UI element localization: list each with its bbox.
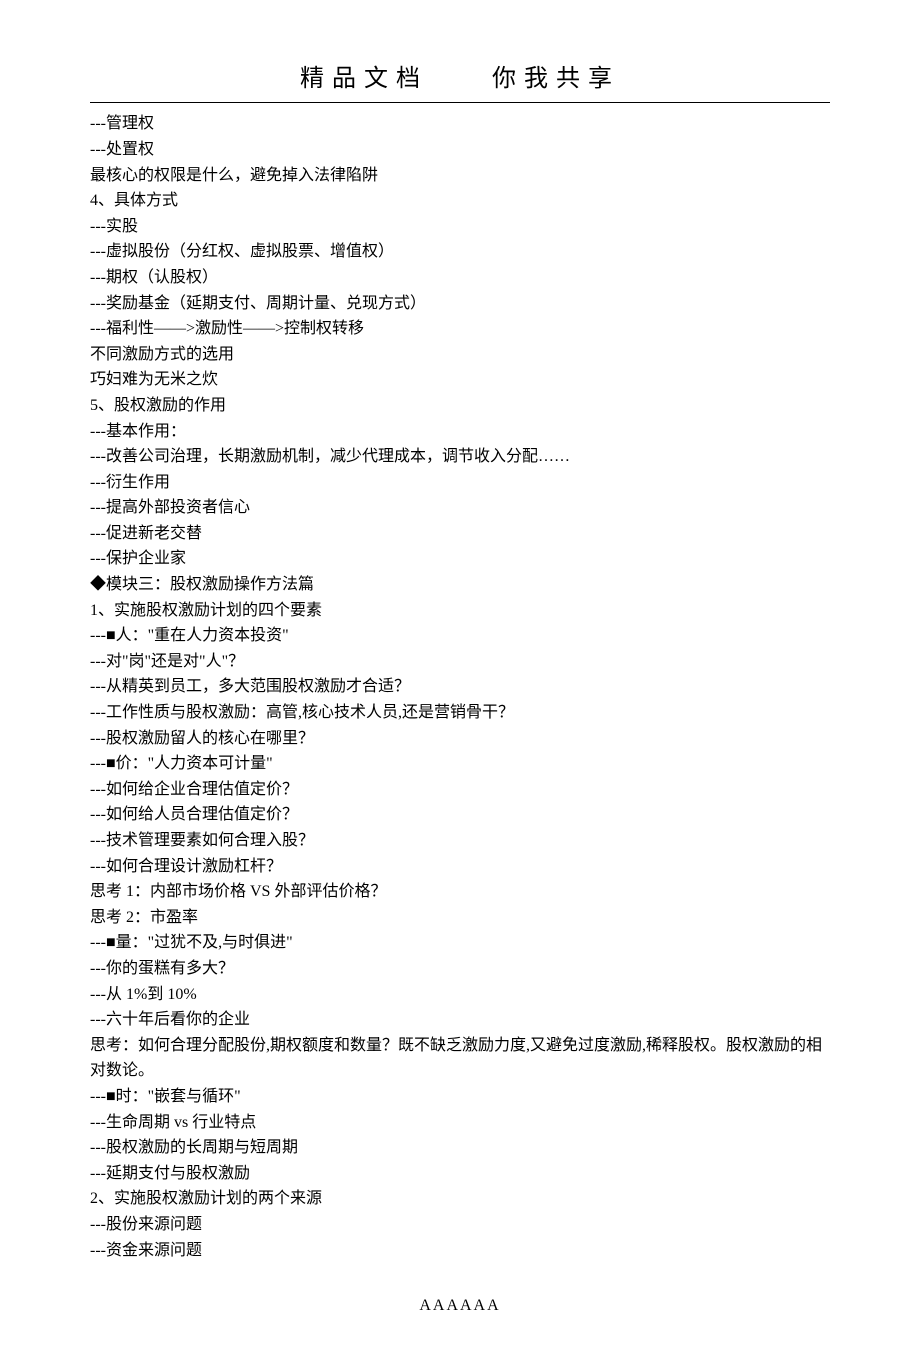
content-line: ---生命周期 vs 行业特点 <box>90 1110 830 1136</box>
page-footer: AAAAAA <box>90 1293 830 1319</box>
content-line: ---股权激励的长周期与短周期 <box>90 1135 830 1161</box>
content-line: ---对"岗"还是对"人"？ <box>90 649 830 675</box>
content-line: ---福利性——>激励性——>控制权转移 <box>90 316 830 342</box>
content-line: ---奖励基金（延期支付、周期计量、兑现方式） <box>90 291 830 317</box>
content-line: ---保护企业家 <box>90 546 830 572</box>
content-line: ---工作性质与股权激励：高管,核心技术人员,还是营销骨干？ <box>90 700 830 726</box>
content-line: 巧妇难为无米之炊 <box>90 367 830 393</box>
content-line: ---基本作用： <box>90 419 830 445</box>
content-line: 最核心的权限是什么，避免掉入法律陷阱 <box>90 163 830 189</box>
content-line: 4、具体方式 <box>90 188 830 214</box>
content-line: ---提高外部投资者信心 <box>90 495 830 521</box>
content-line: 思考：如何合理分配股份,期权额度和数量？既不缺乏激励力度,又避免过度激励,稀释股… <box>90 1033 830 1084</box>
content-line: ---从 1%到 10% <box>90 982 830 1008</box>
content-line: ---六十年后看你的企业 <box>90 1007 830 1033</box>
content-line: ---■量："过犹不及,与时俱进" <box>90 930 830 956</box>
content-line: ---■人："重在人力资本投资" <box>90 623 830 649</box>
content-line: ---促进新老交替 <box>90 521 830 547</box>
content-line: ---虚拟股份（分红权、虚拟股票、增值权） <box>90 239 830 265</box>
content-line: ---延期支付与股权激励 <box>90 1161 830 1187</box>
content-line: ---你的蛋糕有多大？ <box>90 956 830 982</box>
content-line: ◆模块三：股权激励操作方法篇 <box>90 572 830 598</box>
content-line: ---股权激励留人的核心在哪里？ <box>90 726 830 752</box>
header-divider <box>90 102 830 103</box>
content-line: 2、实施股权激励计划的两个来源 <box>90 1186 830 1212</box>
content-line: ---实股 <box>90 214 830 240</box>
content-line: 思考 2：市盈率 <box>90 905 830 931</box>
content-line: ---如何合理设计激励杠杆？ <box>90 854 830 880</box>
content-line: 思考 1：内部市场价格 VS 外部评估价格？ <box>90 879 830 905</box>
content-line: 5、股权激励的作用 <box>90 393 830 419</box>
content-line: ---管理权 <box>90 111 830 137</box>
page-header-title: 精品文档 你我共享 <box>90 60 830 98</box>
content-line: ---如何给人员合理估值定价？ <box>90 802 830 828</box>
content-line: ---股份来源问题 <box>90 1212 830 1238</box>
content-line: 不同激励方式的选用 <box>90 342 830 368</box>
content-line: ---如何给企业合理估值定价？ <box>90 777 830 803</box>
content-line: ---■时："嵌套与循环" <box>90 1084 830 1110</box>
content-line: ---期权（认股权） <box>90 265 830 291</box>
content-line: ---从精英到员工，多大范围股权激励才合适？ <box>90 674 830 700</box>
content-line: ---■价："人力资本可计量" <box>90 751 830 777</box>
content-line: ---技术管理要素如何合理入股？ <box>90 828 830 854</box>
document-content: ---管理权---处置权最核心的权限是什么，避免掉入法律陷阱4、具体方式---实… <box>90 111 830 1263</box>
content-line: ---衍生作用 <box>90 470 830 496</box>
content-line: ---处置权 <box>90 137 830 163</box>
content-line: ---资金来源问题 <box>90 1238 830 1264</box>
content-line: 1、实施股权激励计划的四个要素 <box>90 598 830 624</box>
content-line: ---改善公司治理，长期激励机制，减少代理成本，调节收入分配…… <box>90 444 830 470</box>
